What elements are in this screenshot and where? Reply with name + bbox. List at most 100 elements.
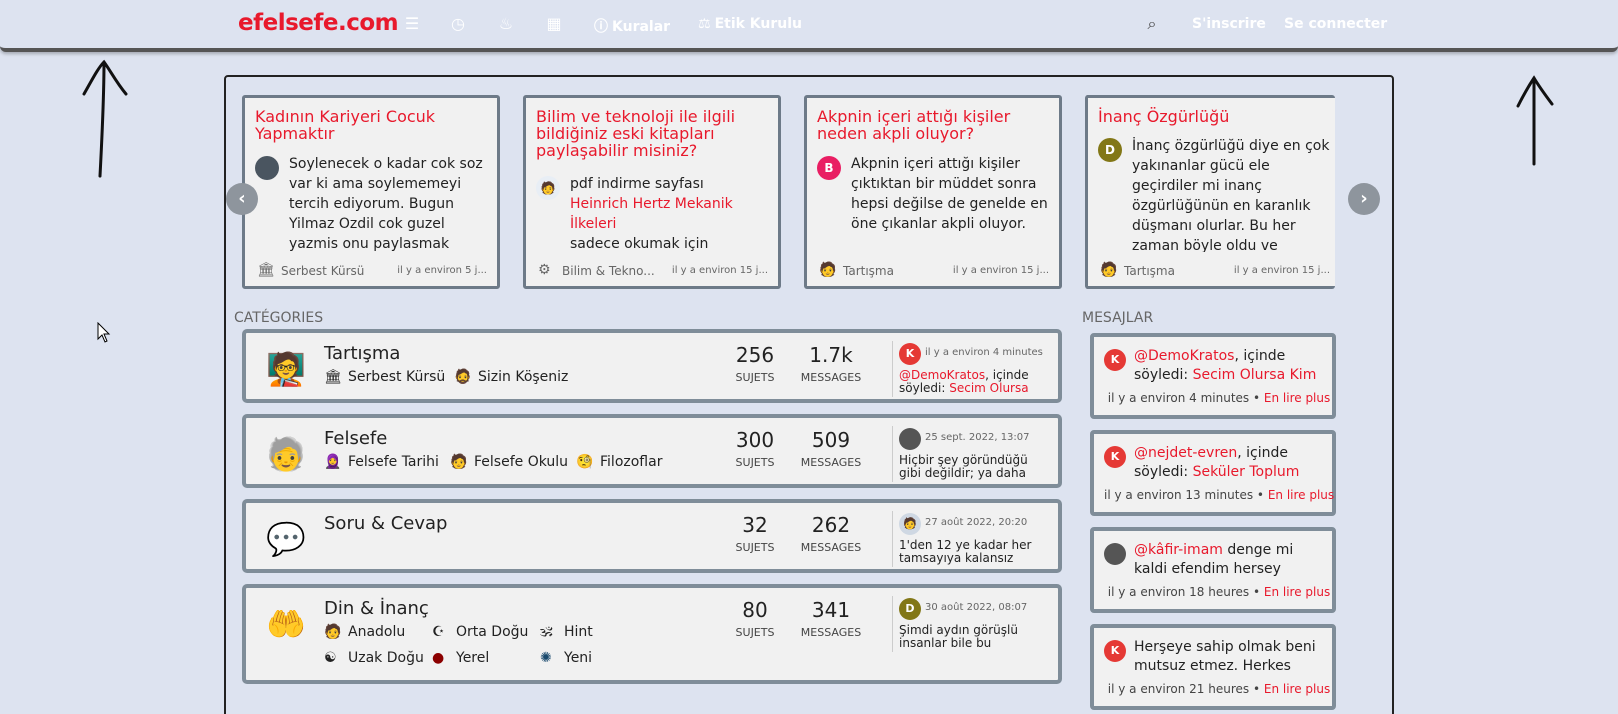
message-card[interactable]: @kâfir-imam denge mi kaldi efendim herse…: [1090, 527, 1336, 613]
info-icon: ⓘ: [594, 19, 608, 35]
message-card[interactable]: K @nejdet-evren, içinde söyledi: Seküler…: [1090, 430, 1336, 516]
avatar[interactable]: D: [899, 598, 921, 620]
avatar[interactable]: B: [817, 156, 841, 180]
site-logo[interactable]: efelsefe.com: [238, 10, 399, 36]
subcategory-label: Filozoflar: [600, 454, 663, 470]
last-post-time: il y a environ 4 minutes: [925, 347, 1043, 358]
carousel-next-button[interactable]: ›: [1348, 183, 1380, 215]
rules-label: Kuralar: [612, 19, 671, 35]
card-category[interactable]: Serbest Kürsü: [281, 264, 364, 278]
avatar[interactable]: K: [1104, 640, 1126, 662]
category-row[interactable]: 💬 Soru & Cevap 32 SUJETS 262 MESSAGES 🧑 27…: [242, 499, 1062, 573]
avatar[interactable]: 🧑: [899, 513, 921, 535]
read-more-link[interactable]: En lire plus: [1264, 682, 1330, 696]
category-row[interactable]: 🧑‍🏫 Tartışma 🏛 Serbest Kürsü 🧔 Sizin Köşen…: [242, 329, 1062, 403]
last-post-text: Hiçbir şey göründüğü gibi değildir; ya d…: [899, 453, 1028, 480]
register-link[interactable]: S'inscrire: [1192, 16, 1266, 32]
clock-icon[interactable]: ◷: [448, 14, 468, 34]
last-post[interactable]: 🧑 27 août 2022, 20:20 1'den 12 ye kadar …: [892, 511, 1052, 567]
category-row[interactable]: 🤲 Din & İnanç 🧑 Anadolu ☪ Orta Doğu 🕉 Hint …: [242, 584, 1062, 684]
subcategory-link[interactable]: 🕉 Hint: [540, 624, 593, 640]
card-title[interactable]: İnanç Özgürlüğü: [1098, 108, 1334, 125]
category-name[interactable]: Soru & Cevap: [324, 513, 447, 534]
subcategory-link[interactable]: ☪ Orta Doğu: [432, 624, 528, 640]
card-footer: 🧑 Tartışma il y a environ 15 j...: [1098, 262, 1334, 280]
user-link[interactable]: @DemoKratos: [1134, 348, 1234, 364]
scales-icon: ⚖: [698, 16, 711, 32]
philosopher-icon[interactable]: 🧓: [264, 432, 308, 476]
avatar[interactable]: K: [899, 343, 921, 365]
read-more-link[interactable]: En lire plus: [1268, 488, 1334, 502]
message-text: @nejdet-evren, içinde söyledi: Seküler T…: [1134, 444, 1330, 482]
read-more-link[interactable]: En lire plus: [1264, 391, 1330, 405]
messages-stat: 1.7k MESSAGES: [796, 343, 866, 384]
user-link[interactable]: @nejdet-evren: [1134, 445, 1237, 461]
category-row[interactable]: 🧓 Felsefe 🧕 Felsefe Tarihi 🧑 Felsefe Okulu…: [242, 414, 1062, 488]
message-text: @DemoKratos, içinde söyledi: Secim Olurs…: [1134, 347, 1330, 385]
avatar[interactable]: D: [1098, 138, 1122, 162]
subcategory-link[interactable]: ● Yerel: [432, 650, 489, 666]
subcategory-link[interactable]: 🧑 Anadolu: [324, 624, 405, 640]
avatar[interactable]: K: [1104, 349, 1126, 371]
subcategory-icon: ●: [432, 650, 445, 666]
subcategory-link[interactable]: 🏛 Serbest Kürsü: [324, 369, 445, 385]
card-category[interactable]: Tartışma: [843, 264, 894, 278]
card-title[interactable]: Akpnin içeri attığı kişiler neden akpli …: [817, 108, 1053, 142]
subcategory-icon: 🧕: [324, 454, 342, 470]
last-post[interactable]: D 30 août 2022, 08:07 Şimdi aydın görüşl…: [892, 596, 1052, 652]
card-title[interactable]: Kadının Kariyeri Cocuk Yapmaktır: [255, 108, 491, 142]
category-name[interactable]: Din & İnanç: [324, 598, 429, 619]
card-title[interactable]: Bilim ve teknoloji ile ilgili bildiğiniz…: [536, 108, 772, 159]
subcategory-link[interactable]: ☯ Uzak Doğu: [324, 650, 424, 666]
card-category[interactable]: Bilim & Tekno...: [562, 264, 655, 278]
card-category[interactable]: Tartışma: [1124, 264, 1175, 278]
login-link[interactable]: Se connecter: [1284, 16, 1387, 32]
messages-stat: 509 MESSAGES: [796, 428, 866, 469]
carousel-prev-button[interactable]: ‹: [226, 183, 258, 215]
subcategory-label: Sizin Köşeniz: [478, 369, 569, 385]
category-name[interactable]: Tartışma: [324, 343, 400, 364]
user-link[interactable]: @DemoKratos: [899, 368, 985, 382]
topic-link[interactable]: Secim Olursa: [949, 381, 1028, 395]
user-link[interactable]: @kâfir-imam: [1134, 542, 1223, 558]
fire-icon[interactable]: ♨: [496, 14, 516, 34]
carousel-card[interactable]: Bilim ve teknoloji ile ilgili bildiğiniz…: [523, 95, 781, 289]
subcategory-label: Orta Doğu: [456, 624, 529, 640]
carousel-card[interactable]: Akpnin içeri attığı kişiler neden akpli …: [804, 95, 1062, 289]
list-icon[interactable]: ☰: [402, 14, 422, 34]
topic-link[interactable]: Secim Olursa Kim: [1193, 367, 1317, 383]
map-icon[interactable]: ▦: [544, 14, 564, 34]
last-post-text: Şimdi aydın görüşlü insanlar bile bu: [899, 623, 1018, 650]
subcategory-link[interactable]: ✺ Yeni: [540, 650, 592, 666]
subcategory-link[interactable]: 🧕 Felsefe Tarihi: [324, 454, 439, 470]
topic-link[interactable]: Seküler Toplum: [1193, 464, 1300, 480]
faith-icon[interactable]: 🤲: [264, 602, 308, 646]
read-more-link[interactable]: En lire plus: [1264, 585, 1330, 599]
debate-icon[interactable]: 🧑‍🏫: [264, 347, 308, 391]
avatar[interactable]: [899, 428, 921, 450]
message-card[interactable]: K Herşeye sahip olmak beni mutsuz etmez.…: [1090, 624, 1336, 710]
avatar[interactable]: K: [1104, 446, 1126, 468]
message-meta: il y a environ 21 heures • En lire plus: [1107, 682, 1331, 696]
rules-link[interactable]: ⓘ Kuralar: [594, 16, 670, 36]
subcategory-link[interactable]: 🧑 Felsefe Okulu: [450, 454, 568, 470]
topics-count: 256: [735, 343, 775, 367]
subcategory-link[interactable]: 🧔 Sizin Köşeniz: [454, 369, 568, 385]
ethics-link[interactable]: ⚖ Etik Kurulu: [698, 16, 802, 32]
category-name[interactable]: Felsefe: [324, 428, 387, 449]
last-post[interactable]: K il y a environ 4 minutes @DemoKratos, …: [892, 341, 1052, 397]
carousel-card[interactable]: İnanç Özgürlüğü D İnanç özgürlüğü diye e…: [1085, 95, 1335, 289]
last-post[interactable]: 25 sept. 2022, 13:07 Hiçbir şey göründüğ…: [892, 426, 1052, 482]
message-time: il y a environ 18 heures: [1107, 585, 1250, 599]
carousel-card[interactable]: Kadının Kariyeri Cocuk Yapmaktır Soylene…: [242, 95, 500, 289]
avatar[interactable]: [1104, 543, 1126, 565]
qa-icon[interactable]: 💬: [264, 517, 308, 561]
avatar[interactable]: [255, 156, 279, 180]
search-icon[interactable]: ⌕: [1142, 14, 1162, 34]
topics-count: 300: [735, 428, 775, 452]
excerpt-link[interactable]: Heinrich Hertz Mekanik İlkeleri: [570, 194, 770, 234]
subcategory-link[interactable]: 🧐 Filozoflar: [576, 454, 662, 470]
message-card[interactable]: K @DemoKratos, içinde söyledi: Secim Olu…: [1090, 333, 1336, 419]
message-time: il y a environ 4 minutes: [1107, 391, 1250, 405]
avatar[interactable]: 🧑: [536, 176, 560, 200]
